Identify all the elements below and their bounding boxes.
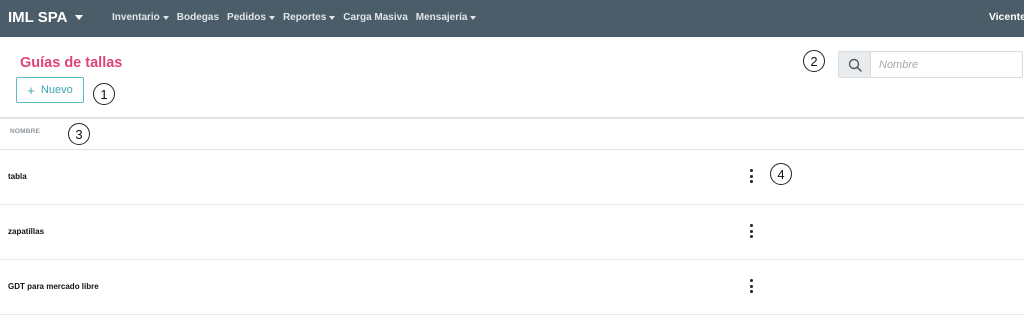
user-menu[interactable]: Vicente	[989, 11, 1024, 23]
row-name: tabla	[8, 172, 27, 181]
callout-4: 4	[770, 163, 792, 185]
nav-item-inventario[interactable]: Inventario	[112, 12, 169, 23]
brand-label: IML SPA	[8, 9, 68, 26]
nav-item-bodegas[interactable]: Bodegas	[177, 12, 219, 23]
callout-1: 1	[93, 83, 115, 105]
caret-down-icon	[75, 15, 84, 20]
table-divider	[0, 117, 1024, 119]
nav-item-label: Mensajería	[415, 12, 468, 23]
nav-menu: Inventario Bodegas Pedidos Reportes Carg…	[112, 12, 484, 23]
kebab-menu-icon[interactable]	[744, 278, 758, 294]
new-button-label: Nuevo	[40, 84, 73, 96]
nav-item-label: Bodegas	[176, 12, 220, 23]
caret-down-icon	[329, 15, 336, 20]
nav-item-label: Reportes	[282, 12, 327, 23]
table-row: GDT para mercado libre	[0, 260, 1024, 315]
column-header-nombre[interactable]: NOMBRE	[10, 128, 40, 135]
nav-item-carga-masiva[interactable]: Carga Masiva	[343, 12, 407, 23]
page-title: Guías de tallas	[20, 55, 123, 71]
top-navbar: IML SPA Inventario Bodegas Pedidos Repor…	[0, 0, 1024, 37]
kebab-menu-icon[interactable]	[744, 168, 758, 184]
new-button[interactable]: + Nuevo	[16, 77, 84, 103]
caret-down-icon	[162, 15, 169, 20]
brand-menu[interactable]: IML SPA	[8, 9, 84, 26]
plus-icon: +	[27, 82, 35, 98]
nav-item-label: Carga Masiva	[343, 12, 408, 23]
kebab-menu-icon[interactable]	[744, 223, 758, 239]
search-box	[838, 51, 1023, 78]
nav-item-reportes[interactable]: Reportes	[282, 12, 336, 23]
search-icon[interactable]	[839, 52, 871, 77]
row-name: GDT para mercado libre	[8, 282, 99, 291]
callout-2: 2	[803, 50, 825, 72]
table-row: tabla 4	[0, 150, 1024, 205]
nav-item-label: Inventario	[112, 12, 160, 23]
row-name: zapatillas	[8, 227, 45, 236]
nav-item-pedidos[interactable]: Pedidos	[227, 12, 275, 23]
callout-3: 3	[68, 123, 90, 145]
nav-item-mensajeria[interactable]: Mensajería	[416, 12, 477, 23]
caret-down-icon	[470, 15, 477, 20]
caret-down-icon	[268, 15, 275, 20]
search-input[interactable]	[871, 52, 1022, 77]
table-row: zapatillas	[0, 205, 1024, 260]
nav-item-label: Pedidos	[227, 12, 266, 23]
